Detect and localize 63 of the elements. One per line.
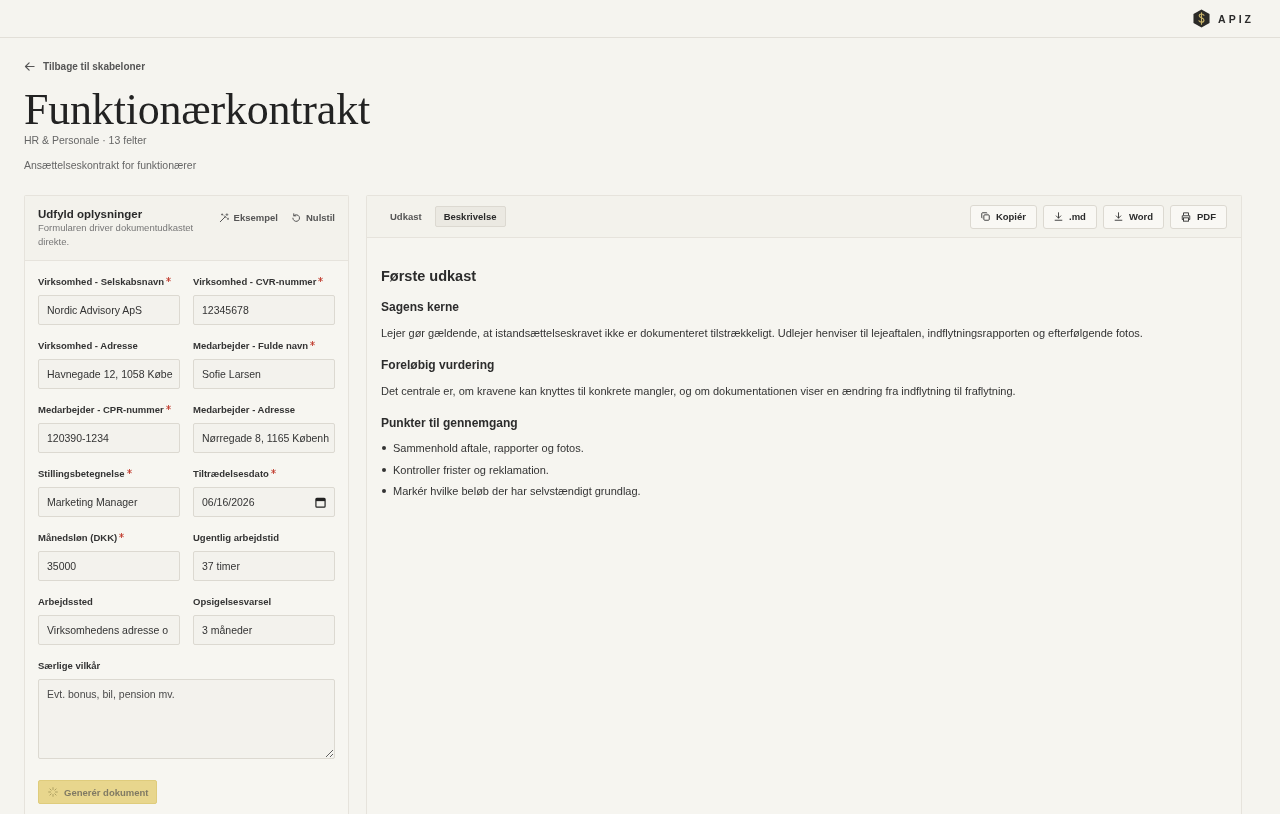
circular-arrow-icon — [290, 213, 301, 223]
section-heading: Punkter til gennemgang — [381, 415, 519, 431]
text-field[interactable]: 12345678 — [193, 295, 335, 325]
field-label: Arbejdssted — [38, 595, 93, 608]
bullet-icon — [382, 467, 386, 472]
list-item-text: Markér hvilke beløb der har selvstændigt grundlag. — [393, 484, 641, 499]
bullet-icon — [382, 489, 386, 493]
document-title: Første udkast — [381, 267, 478, 286]
list-item-text: Sammenhold aftale, rapporter og fotos. — [393, 441, 584, 456]
tab[interactable]: Udkast — [381, 206, 431, 227]
text-area[interactable]: Evt. bonus, bil, pension mv. — [38, 679, 335, 759]
template-description: Ansættelseskontrakt for funktionærer — [24, 158, 197, 172]
section-text: Det centrale er, om kravene kan knyttes til konkrete mangler, og om dokumentationen viser en ændring fra indflytning til fraflytning. — [381, 384, 1017, 399]
bullet-icon — [382, 446, 386, 450]
download-button[interactable]: .md — [1043, 204, 1097, 229]
spinner-icon — [48, 787, 58, 797]
text-field[interactable]: Virksomhedens adresse o — [38, 615, 180, 645]
text-field[interactable]: Sofie Larsen — [193, 359, 335, 389]
field-label: Ugentlig arbejdstid — [193, 531, 280, 544]
field-label: Tiltrædelsesdato — [193, 467, 269, 480]
field-label: Medarbejder - Fulde navn — [193, 339, 309, 352]
copy-button[interactable]: Kopiér — [969, 204, 1037, 229]
text-field[interactable]: Marketing Manager — [38, 487, 180, 517]
panel-title: Udfyld oplysninger — [38, 207, 144, 221]
download-button[interactable]: Word — [1102, 204, 1164, 229]
section-heading: Sagens kerne — [381, 299, 461, 315]
field-label: Opsigelsesvarsel — [193, 595, 272, 608]
text-field[interactable]: 3 måneder — [193, 615, 335, 645]
panel-subtitle: Formularen driver dokumentudkastet direkte. — [38, 221, 195, 249]
arrow-left-icon — [24, 61, 35, 72]
text-field[interactable]: 37 timer — [193, 551, 335, 581]
list-item-text: Kontroller frister og reklamation. — [393, 462, 549, 478]
date-field[interactable]: 06/16/2026 — [193, 487, 335, 517]
text-field[interactable]: 120390-1234 — [38, 423, 180, 453]
download-icon — [1054, 212, 1063, 221]
field-label: Virksomhed - Selskabsnavn — [38, 275, 165, 288]
section-text: Lejer gør gældende, at istandsættelseskravet ikke er dokumenteret tilstrækkeligt. Udlejer henviser til lejeaftalen, indflytningsrapporten og efterfølgende fotos. — [381, 326, 1144, 341]
calendar-icon — [315, 497, 326, 508]
section-heading: Foreløbig vurdering — [381, 357, 496, 373]
field-label: Virksomhed - Adresse — [38, 339, 138, 352]
copy-icon — [980, 212, 990, 221]
field-label: Stillingsbetegnelse — [38, 467, 125, 480]
text-field[interactable]: 35000 — [38, 551, 180, 581]
field-label: Særlige vilkår — [38, 659, 101, 672]
reset-button[interactable]: Nulstil — [290, 211, 335, 225]
field-label: Medarbejder - Adresse — [193, 403, 296, 416]
tab[interactable]: Beskrivelse — [434, 206, 506, 227]
text-field[interactable]: Nørregade 8, 1165 Københ — [193, 423, 335, 453]
field-label: Månedsløn (DKK) — [38, 531, 118, 544]
template-meta: HR & Personale · 13 felter — [24, 133, 147, 147]
field-label: Virksomhed - CVR-nummer — [193, 275, 317, 288]
print-button[interactable]: PDF — [1170, 204, 1227, 229]
logo-icon — [1193, 9, 1211, 28]
text-field[interactable]: Havnegade 12, 1058 Købe — [38, 359, 180, 389]
wand-icon — [218, 213, 229, 223]
page-title: Funktionærkontrakt — [24, 87, 370, 133]
example-button[interactable]: Eksempel — [218, 211, 278, 225]
printer-icon — [1181, 211, 1191, 222]
back-link[interactable]: Tilbage til skabeloner — [24, 59, 146, 74]
download-icon — [1113, 212, 1123, 221]
brand-name: APIZ — [1218, 12, 1254, 25]
text-field[interactable]: Nordic Advisory ApS — [38, 295, 180, 325]
field-label: Medarbejder - CPR-nummer — [38, 403, 164, 416]
